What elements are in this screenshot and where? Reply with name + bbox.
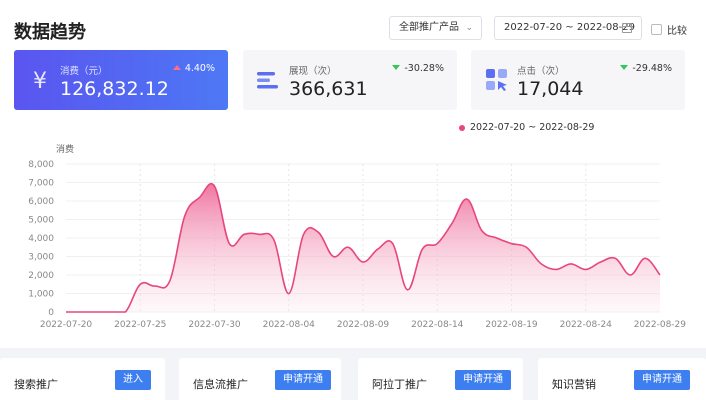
metric-label: 消费（元） [60, 66, 108, 77]
trend-panel: 数据趋势 全部推广产品 ⌄ 2022-07-20 ~ 2022-08-29 比较… [0, 0, 706, 348]
y-tick-label: 0 [48, 308, 54, 318]
apply-button[interactable]: 申请开通 [275, 370, 331, 390]
chevron-down-icon: ⌄ [465, 23, 473, 33]
y-tick-label: 6,000 [28, 197, 54, 207]
y-tick-label: 4,000 [28, 234, 54, 244]
arrow-down-icon [620, 65, 629, 70]
bars-icon [257, 72, 278, 89]
metric-value: 17,044 [517, 78, 584, 100]
x-axis: 2022-07-20 2022-07-25 2022-07-30 2022-08-04… [40, 320, 686, 330]
x-tick-label: 2022-08-14 [411, 320, 464, 330]
metric-change: 4.40% [172, 63, 215, 74]
page-title: 数据趋势 [14, 22, 86, 43]
y-tick-label: 7,000 [28, 179, 54, 189]
product-select[interactable]: 全部推广产品 ⌄ [389, 16, 482, 40]
metric-change-value: 4.40% [184, 63, 215, 74]
series-area [66, 183, 660, 312]
x-tick-label: 2022-07-25 [114, 320, 166, 330]
metric-change: -30.28% [392, 63, 444, 74]
product-card-search: 搜索推广 进入 [0, 358, 165, 400]
y-axis: 0 1,000 2,000 3,000 4,000 5,000 6,000 7,000 8,00… [28, 160, 54, 318]
svg-text:¥: ¥ [33, 69, 47, 94]
yen-icon: ¥ [33, 69, 47, 94]
product-name: 知识营销 [552, 378, 596, 391]
metric-card-spend[interactable]: ¥ 消费（元） 126,832.12 4.40% [14, 50, 228, 110]
arrow-up-icon [172, 65, 181, 70]
product-name: 阿拉丁推广 [372, 378, 427, 391]
product-name: 搜索推广 [14, 378, 58, 391]
date-range-picker[interactable]: 2022-07-20 ~ 2022-08-29 [494, 16, 642, 40]
y-tick-label: 5,000 [28, 216, 54, 226]
metric-value: 126,832.12 [60, 78, 169, 100]
x-tick-label: 2022-08-19 [485, 320, 538, 330]
legend-dot [459, 124, 465, 131]
calendar-icon [622, 23, 632, 33]
y-tick-label: 2,000 [28, 271, 54, 281]
x-tick-label: 2022-08-29 [634, 320, 687, 330]
checkbox-icon [651, 24, 662, 35]
product-card-knowledge: 知识营销 申请开通 [538, 358, 706, 400]
product-card-feed: 信息流推广 申请开通 [179, 358, 341, 400]
arrow-down-icon [392, 65, 401, 70]
metric-change: -29.48% [620, 63, 672, 74]
y-axis-label: 消费 [56, 143, 74, 155]
metric-value: 366,631 [289, 78, 368, 100]
x-tick-label: 2022-07-20 [40, 320, 93, 330]
metric-label: 点击（次） [517, 66, 565, 77]
product-name: 信息流推广 [193, 378, 248, 391]
metric-card-impressions[interactable]: 展现（次） 366,631 -30.28% [243, 50, 457, 110]
compare-label: 比较 [667, 26, 687, 37]
y-tick-label: 1,000 [28, 290, 54, 300]
date-range-value: 2022-07-20 ~ 2022-08-29 [504, 22, 635, 33]
apply-button[interactable]: 申请开通 [634, 370, 690, 390]
metric-change-value: -29.48% [632, 63, 672, 74]
chart-legend[interactable]: 2022-07-20 ~ 2022-08-29 [459, 122, 594, 133]
metric-label: 展现（次） [289, 66, 337, 77]
y-tick-label: 3,000 [28, 253, 54, 263]
x-tick-label: 2022-08-09 [337, 320, 390, 330]
compare-checkbox[interactable]: 比较 [651, 22, 687, 37]
x-tick-label: 2022-08-04 [263, 320, 316, 330]
click-grid-icon [486, 69, 507, 91]
x-tick-label: 2022-07-30 [188, 320, 241, 330]
product-select-value: 全部推广产品 [399, 22, 459, 33]
product-card-aladdin: 阿拉丁推广 申请开通 [358, 358, 523, 400]
y-tick-label: 8,000 [28, 160, 54, 170]
apply-button[interactable]: 申请开通 [455, 370, 511, 390]
x-tick-label: 2022-08-24 [560, 320, 613, 330]
metric-change-value: -30.28% [404, 63, 444, 74]
enter-button[interactable]: 进入 [115, 370, 151, 390]
metric-card-clicks[interactable]: 点击（次） 17,044 -29.48% [471, 50, 685, 110]
legend-label: 2022-07-20 ~ 2022-08-29 [470, 122, 595, 133]
spend-area-chart: 消费 0 1,000 2,000 3,000 4,000 5,000 6,000 7,000 8… [28, 143, 686, 330]
